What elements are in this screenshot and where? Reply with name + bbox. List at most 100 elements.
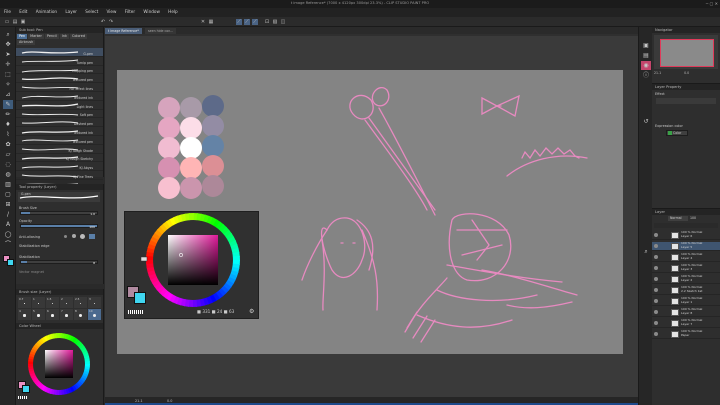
brush-size-cell[interactable]: 6 (46, 309, 59, 320)
window-controls[interactable]: ─ ▢ ✕ (706, 1, 718, 6)
eye-icon[interactable] (654, 288, 658, 292)
brush-item[interactable]: G-pen (16, 48, 103, 57)
wheel-sub-color[interactable] (134, 292, 146, 304)
fill-tool-icon[interactable]: ◍ (3, 170, 13, 179)
eye-icon[interactable] (654, 299, 658, 303)
big-color-wheel[interactable] (141, 212, 245, 312)
layer-row[interactable]: 100 % Normal Layer 4 (652, 252, 720, 262)
brush-item[interactable]: KJ Abyss (16, 162, 103, 172)
color-swatch-circle[interactable] (158, 157, 180, 179)
layer-row[interactable]: 100 % Normal Layer 5 (652, 241, 720, 251)
text-tool-icon[interactable]: A (3, 220, 13, 229)
menu-file[interactable]: File (0, 8, 14, 14)
aa-none-icon[interactable] (64, 235, 67, 238)
open-file-icon[interactable]: ▤ (12, 19, 18, 25)
layer-row[interactable]: 100 % Normal Layer 8 (652, 307, 720, 317)
brush-size-cell[interactable]: 3 (88, 297, 101, 308)
navigator-preview[interactable] (654, 35, 718, 69)
menu-help[interactable]: Help (164, 8, 181, 14)
effect-buttons[interactable] (656, 98, 716, 104)
layer-row[interactable]: 100 % Normal Layer 7 (652, 318, 720, 328)
brush-tool-icon[interactable]: ♦ (3, 120, 13, 129)
aa-medium-icon[interactable] (80, 234, 85, 239)
brush-size-cell[interactable]: 10 (88, 309, 101, 320)
menu-window[interactable]: Window (139, 8, 163, 14)
layer-toolbar[interactable] (654, 223, 718, 228)
pen-tool-icon[interactable]: ✎ (3, 100, 13, 109)
brush-item[interactable]: Textured ink (16, 127, 103, 136)
color-swatch-circle[interactable] (158, 177, 180, 199)
brush-item[interactable]: Mapping pen (16, 66, 103, 75)
balloon-tool-icon[interactable]: ◯ (3, 230, 13, 239)
tab-ink[interactable]: Ink (59, 34, 69, 39)
hue-segment[interactable] (188, 213, 194, 221)
brush-item[interactable]: KJ Tough Shade (16, 145, 103, 154)
panel-sub-color[interactable] (22, 385, 30, 393)
menu-edit[interactable]: Edit (15, 8, 30, 14)
brush-item[interactable]: Textured pen (16, 74, 103, 84)
color-swatch-circle[interactable] (158, 137, 180, 159)
move-tool-icon[interactable]: ✥ (3, 40, 13, 49)
brush-size-cell[interactable]: 2.5 (74, 297, 87, 308)
layer-row[interactable]: 100 % Normal Layer 1 (652, 296, 720, 306)
snap-ruler-icon[interactable]: ⟋ (236, 19, 242, 25)
color-swatch-circle[interactable] (158, 97, 180, 119)
brush-item[interactable]: For effect lines (16, 83, 103, 92)
brush-item[interactable]: KJ Fine Trees (16, 171, 103, 180)
correct-line-tool-icon[interactable]: ⌒ (3, 240, 13, 249)
brush-item[interactable]: Turnip pen (16, 57, 103, 66)
wheel-transparent[interactable] (128, 310, 144, 314)
brush-size-cell[interactable]: 5 (32, 309, 45, 320)
airbrush-tool-icon[interactable]: ⌇ (3, 130, 13, 139)
brush-size-cell[interactable]: 1 (32, 297, 45, 308)
menu-filter[interactable]: Filter (121, 8, 138, 14)
layer-search-icon[interactable]: ⌕ (641, 247, 651, 256)
eraser-tool-icon[interactable]: ▱ (3, 150, 13, 159)
eye-icon[interactable] (654, 310, 658, 314)
brush-item[interactable]: KJ Tough Sketchy (16, 154, 103, 163)
color-swatch-circle[interactable] (180, 177, 202, 199)
brush-size-cell[interactable]: 2 (60, 297, 73, 308)
brush-item[interactable]: Textured ink (16, 92, 103, 101)
color-swatch-circle[interactable] (158, 117, 180, 139)
ruler-tool-icon[interactable]: / (3, 210, 13, 219)
eye-icon[interactable] (654, 277, 658, 281)
redo-icon[interactable]: ↷ (108, 19, 114, 25)
menu-view[interactable]: View (103, 8, 120, 14)
panel-color-wheel[interactable] (26, 331, 92, 397)
selection-tool-icon[interactable]: ⬚ (3, 70, 13, 79)
floating-color-wheel[interactable]: ■ 331 ■ 24 ■ 63 ⚙ (124, 211, 259, 319)
wheel-settings-icon[interactable]: ⚙ (249, 308, 254, 315)
save-icon[interactable]: ▣ (20, 19, 26, 25)
brush-item[interactable]: Light lines (16, 101, 103, 110)
operation-tool-icon[interactable]: ➤ (3, 50, 13, 59)
tab-airbrush[interactable]: Airbrush (17, 40, 36, 45)
tab-pen[interactable]: Pen (17, 34, 28, 39)
zoom-value[interactable]: 21.1 (654, 71, 661, 75)
layer-row[interactable]: 100 % Normal Layer 3 (652, 263, 720, 273)
deselect-icon[interactable]: ◫ (280, 19, 286, 25)
tab-colored[interactable]: Colored (69, 34, 87, 39)
sub-color-swatch[interactable] (7, 259, 14, 266)
layer-row[interactable]: 100 % Normal Paper (652, 329, 720, 339)
brush-size-cell[interactable]: 0.7 (18, 297, 31, 308)
undo-icon[interactable]: ↶ (100, 19, 106, 25)
eyedropper-tool-icon[interactable]: ⊿ (3, 90, 13, 99)
tab-marker[interactable]: Marker (28, 34, 44, 39)
snap-grid-icon[interactable]: ⟋ (252, 19, 258, 25)
snap-special-ruler-icon[interactable]: ⟋ (244, 19, 250, 25)
opacity-slider[interactable]: 100 (20, 224, 98, 229)
layer-row[interactable]: 100 % Normal Layer 6 (652, 230, 720, 240)
brush-size-cell[interactable]: 1.5 (46, 297, 59, 308)
color-swatch-circle[interactable] (202, 115, 224, 137)
brush-size-cell[interactable]: 7 (60, 309, 73, 320)
color-swatch-circle[interactable] (180, 157, 202, 179)
frame-tool-icon[interactable]: ⊞ (3, 200, 13, 209)
menu-select[interactable]: Select (81, 8, 101, 14)
eye-icon[interactable] (654, 255, 658, 259)
status-position[interactable]: 0.0 (167, 399, 172, 403)
color-swatch-circle[interactable] (180, 117, 202, 139)
blend-mode-select[interactable]: Normal (668, 216, 688, 221)
aa-weak-icon[interactable] (72, 234, 76, 238)
anti-aliasing-options[interactable] (64, 234, 100, 239)
